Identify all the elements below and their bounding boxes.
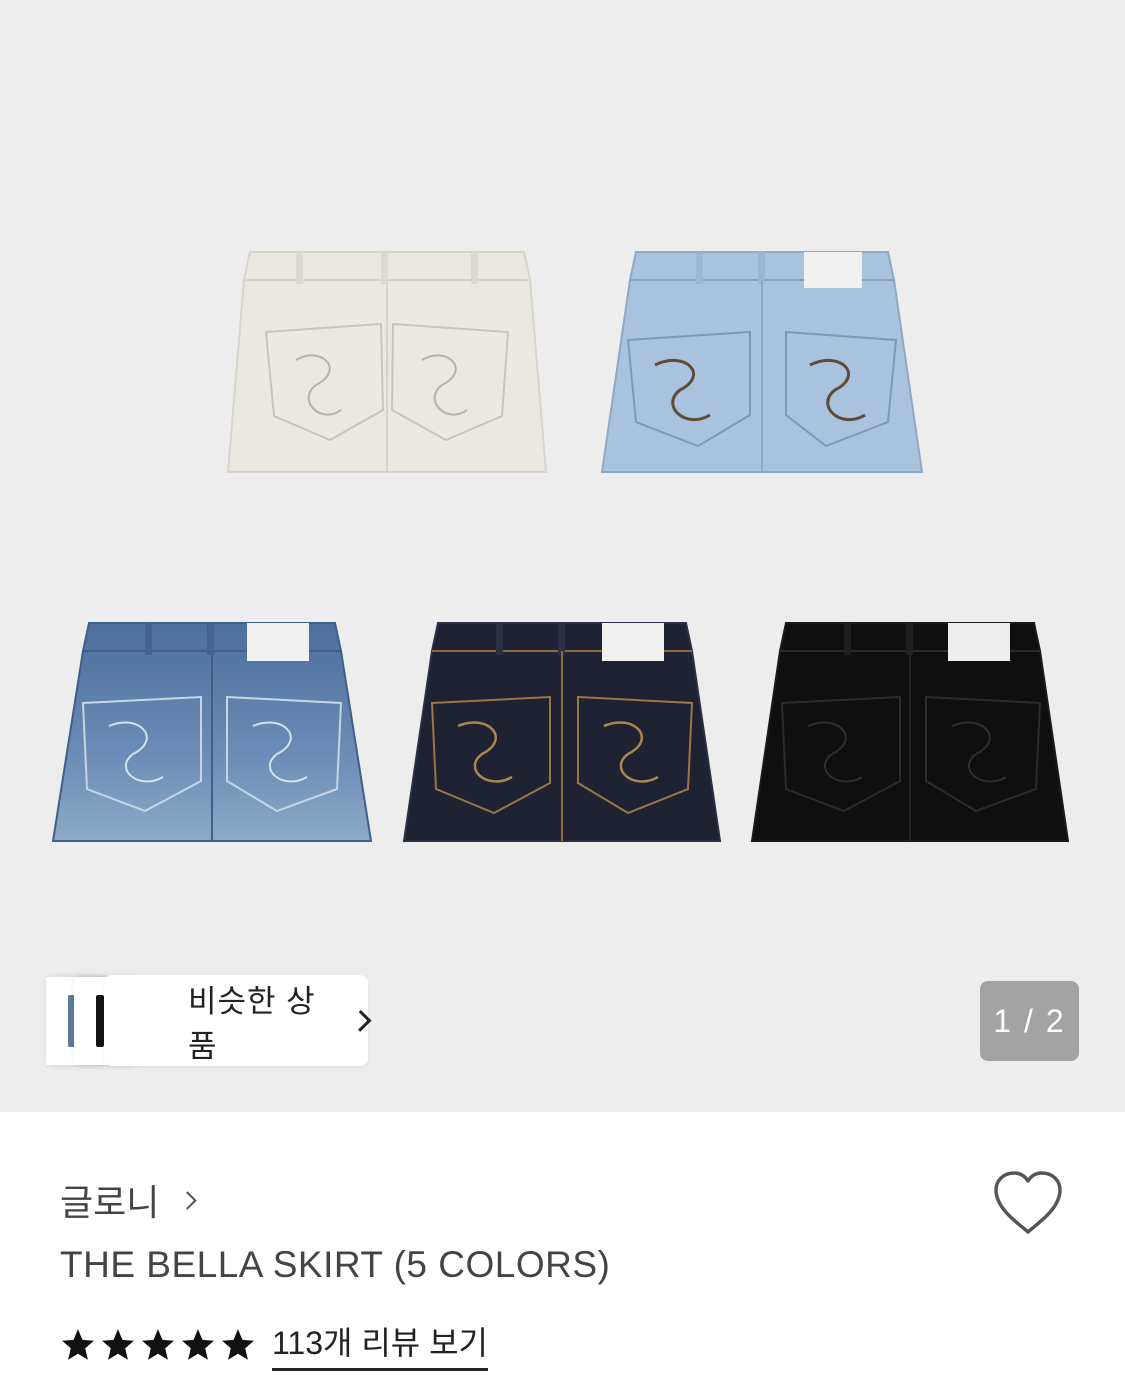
skirt-light-blue-image — [600, 250, 924, 475]
skirt-ivory-image — [226, 250, 548, 475]
chevron-right-icon — [349, 1009, 372, 1032]
star-icon — [142, 1328, 174, 1360]
skirt-medium-blue-image — [51, 621, 373, 844]
heart-icon[interactable] — [992, 1170, 1064, 1236]
skirt-navy-image — [402, 621, 722, 844]
chevron-right-icon — [178, 1190, 198, 1210]
star-icon — [222, 1328, 254, 1360]
similar-products-button[interactable]: 비슷한 상품 — [104, 975, 372, 1066]
similar-products-label: 비슷한 상품 — [188, 983, 316, 1064]
brand-link[interactable]: 글로니 — [60, 1174, 198, 1226]
review-link[interactable]: 113개 리뷰 보기 — [272, 1318, 488, 1371]
star-icon — [182, 1328, 214, 1360]
star-icon — [102, 1328, 134, 1360]
skirt-black-image — [750, 621, 1070, 844]
star-rating — [60, 1327, 256, 1363]
brand-name: 글로니 — [60, 1182, 160, 1223]
product-title: THE BELLA SKIRT (5 COLORS) — [60, 1244, 611, 1285]
image-page-counter: 1 / 2 — [980, 981, 1079, 1061]
star-icon — [62, 1328, 94, 1360]
rating-row: 113개 리뷰 보기 — [60, 1318, 488, 1371]
similar-products-card[interactable]: 비슷한 상품 — [46, 975, 372, 1066]
product-image-gallery[interactable]: 비슷한 상품 1 / 2 — [0, 0, 1125, 1112]
